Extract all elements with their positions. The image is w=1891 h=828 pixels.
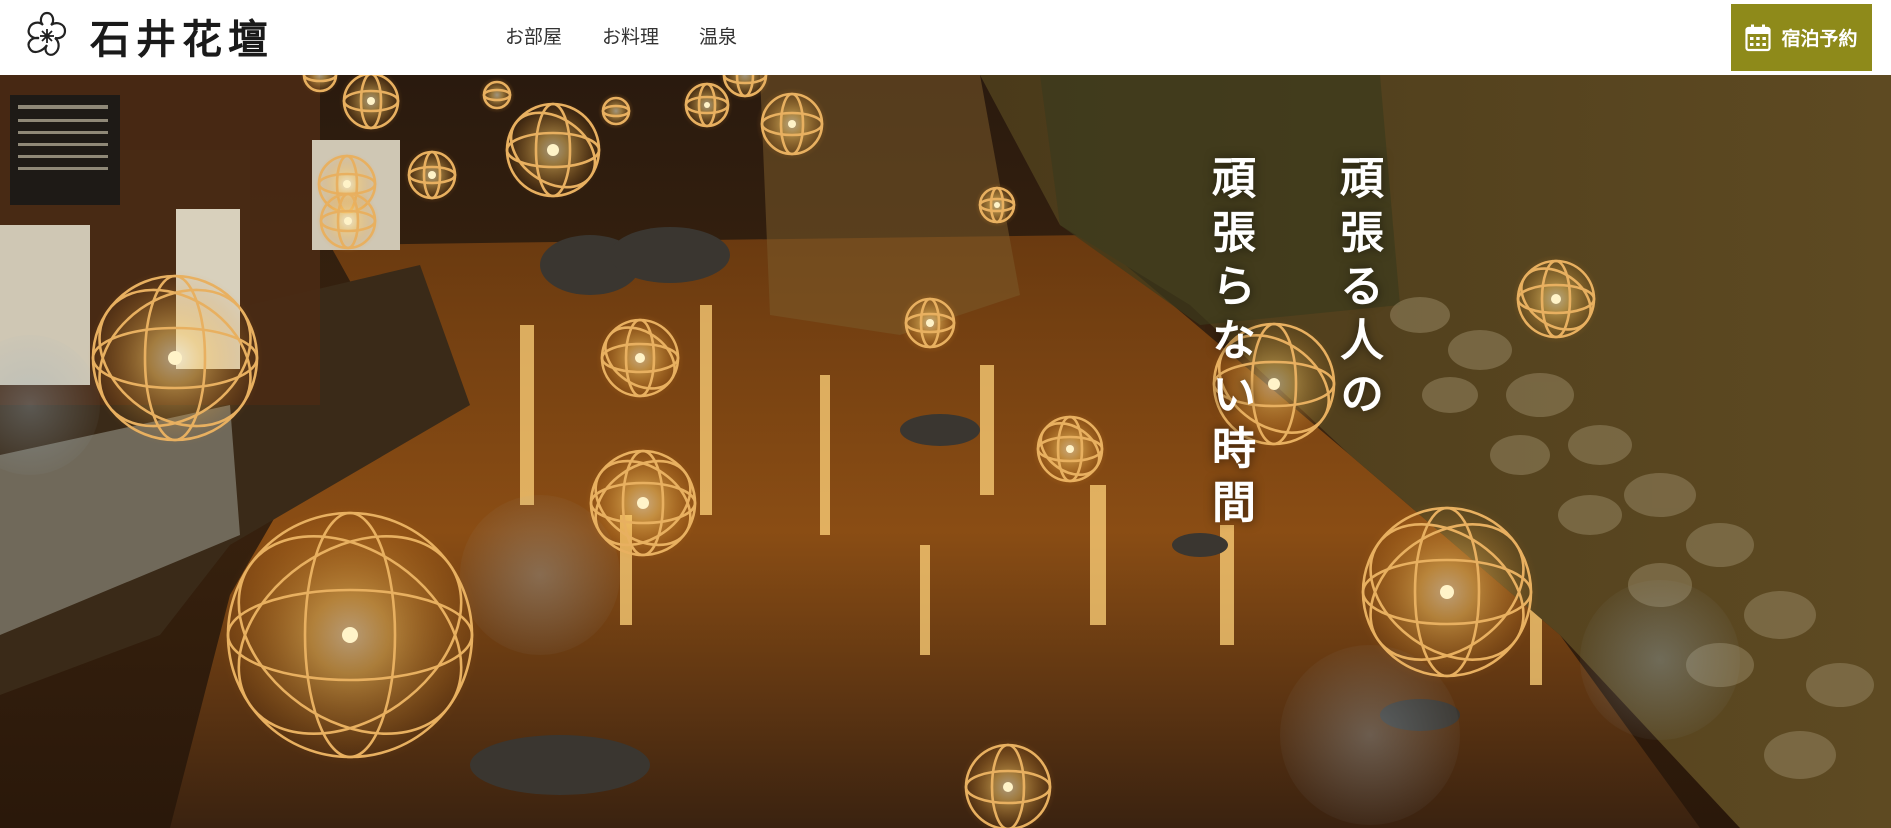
brand-name: 石井花壇 — [90, 16, 274, 63]
riverside-lantern-scene — [0, 75, 1891, 828]
nav-item-onsen[interactable]: 温泉 — [699, 24, 737, 50]
reserve-label: 宿泊予約 — [1781, 28, 1858, 50]
nav-item-rooms[interactable]: お部屋 — [505, 24, 562, 50]
main-nav: お部屋 お料理 温泉 — [505, 24, 777, 50]
cherry-blossom-crest-icon — [27, 11, 67, 56]
hero-catchcopy-line-1: 頑張る人の — [1332, 155, 1383, 425]
calendar-icon — [1745, 24, 1772, 51]
logo-link[interactable]: 石井花壇 — [20, 11, 274, 63]
reserve-button[interactable]: 宿泊予約 — [1731, 4, 1872, 71]
nav-item-cuisine[interactable]: お料理 — [602, 24, 659, 50]
site-header: 石井花壇 お部屋 お料理 温泉 宿泊予約 — [0, 0, 1891, 75]
hero-catchcopy-line-2: 頑張らない時間 — [1204, 155, 1255, 533]
hero-image: 頑張る人の 頑張らない時間 — [0, 75, 1891, 828]
